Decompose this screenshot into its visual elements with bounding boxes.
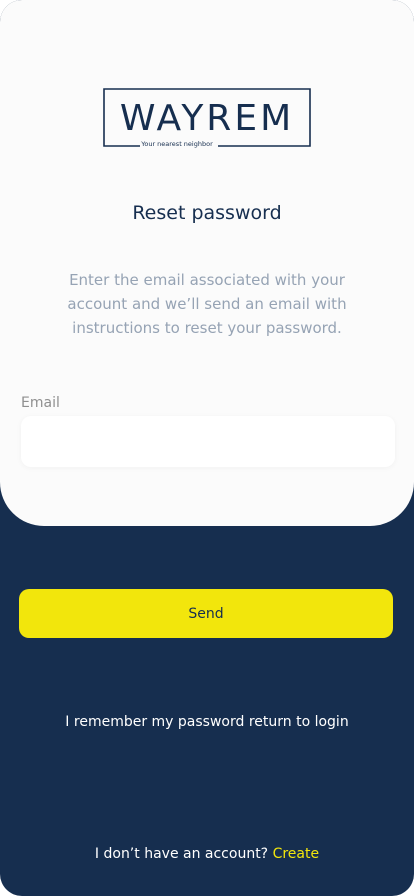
brand-tagline: Your nearest neighbor	[140, 140, 213, 148]
email-label: Email	[21, 395, 60, 411]
email-input[interactable]	[21, 416, 395, 467]
return-to-login-link[interactable]: I remember my password return to login	[0, 712, 414, 732]
send-button[interactable]: Send	[19, 589, 393, 638]
no-account-text: I don’t have an account?	[94, 846, 269, 862]
page-title: Reset password	[132, 202, 282, 224]
reset-password-screen: WAYREM Your nearest neighbor Reset passw…	[0, 0, 414, 896]
brand-name: WAYREM	[120, 98, 294, 139]
signup-prompt: I don’t have an account? Create	[0, 844, 414, 864]
wayrem-logo: WAYREM Your nearest neighbor	[103, 88, 311, 148]
reset-password-card: WAYREM Your nearest neighbor Reset passw…	[0, 0, 414, 526]
create-account-link[interactable]: Create	[273, 846, 320, 862]
instructions-text: Enter the email associated with your acc…	[67, 271, 347, 337]
